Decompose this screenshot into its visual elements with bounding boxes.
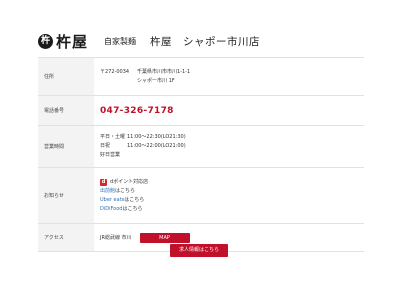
- access-label: アクセス: [38, 223, 94, 252]
- ubereats-suffix: はこちら: [124, 196, 145, 203]
- address-line-1: 千葉県市川市市川1-1-1: [137, 68, 191, 75]
- holiday-hours: 11:00～22:00(LO21:00): [127, 143, 186, 149]
- shop-info-table: 住所 〒272-0034 千葉県市川市市川1-1-1 シャポー市川 1F 電話番…: [38, 57, 364, 252]
- notice-label: お知らせ: [38, 167, 94, 224]
- page-header: 杵 杵屋 自家製麺 杵屋 シャポー市川店: [38, 28, 364, 54]
- dpoint-icon: d: [100, 178, 107, 186]
- zip-code: 〒272-0034: [100, 68, 130, 75]
- dpoint-text: dポイント対応店: [110, 178, 149, 185]
- ubereats-link[interactable]: Uber eats: [100, 197, 124, 203]
- demae-suffix: はこちら: [115, 187, 136, 194]
- logo-text: 杵屋: [56, 32, 89, 51]
- notice-row: お知らせ d dポイント対応店 出前館はこちら Uber eatsはこちら Di…: [38, 167, 364, 224]
- address-label: 住所: [38, 57, 94, 96]
- shop-name: 杵屋 シャポー市川店: [150, 35, 261, 48]
- hours-value: 平日・土曜 11:00～22:30(LO21:30) 日祝 11:00～22:0…: [94, 125, 364, 168]
- address-line-2: シャポー市川 1F: [137, 77, 175, 84]
- recruit-button[interactable]: 求人情報はこちら: [170, 244, 228, 257]
- access-value: JR総武線 市川: [100, 235, 132, 241]
- logo-mark-icon: 杵: [38, 33, 53, 49]
- didi-suffix: はこちら: [122, 205, 143, 212]
- hours-label: 営業時間: [38, 125, 94, 168]
- brand-logo[interactable]: 杵 杵屋: [38, 29, 88, 53]
- weekday-hours: 11:00～22:30(LO21:30): [127, 134, 186, 140]
- holiday-label: 日祝: [100, 143, 111, 149]
- notice-value: d dポイント対応店 出前館はこちら Uber eatsはこちら DiDiFoo…: [94, 167, 364, 224]
- address-row: 住所 〒272-0034 千葉県市川市市川1-1-1 シャポー市川 1F: [38, 57, 364, 96]
- weekday-label: 平日・土曜: [100, 134, 126, 140]
- brand-subtitle: 自家製麺: [104, 36, 137, 46]
- didi-link[interactable]: DiDiFood: [100, 206, 122, 212]
- phone-label: 電話番号: [38, 95, 94, 126]
- phone-number[interactable]: 047-326-7178: [100, 106, 174, 116]
- demae-link[interactable]: 出前館: [100, 188, 115, 194]
- hours-row: 営業時間 平日・土曜 11:00～22:30(LO21:30) 日祝 11:00…: [38, 125, 364, 168]
- closed-days: 好日営業: [100, 152, 121, 158]
- address-value: 〒272-0034 千葉県市川市市川1-1-1 シャポー市川 1F: [94, 57, 364, 96]
- map-button[interactable]: MAP: [139, 232, 190, 243]
- phone-row: 電話番号 047-326-7178: [38, 95, 364, 126]
